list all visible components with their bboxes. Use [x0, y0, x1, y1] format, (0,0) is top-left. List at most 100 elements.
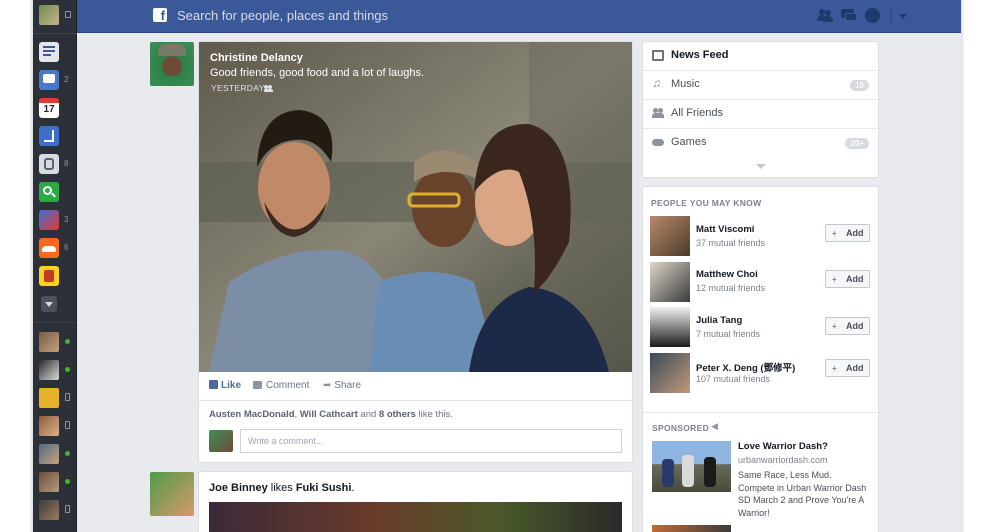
chat-friend-avatar[interactable] [39, 416, 59, 436]
nav-label: All Friends [671, 107, 723, 119]
add-label: Add [846, 321, 864, 331]
lock-icon[interactable] [65, 11, 71, 18]
post-timestamp[interactable]: YESTERDAY [211, 83, 265, 93]
groups-app-icon[interactable] [39, 154, 59, 174]
messages-icon[interactable] [841, 8, 857, 22]
friends-audience-icon[interactable] [264, 85, 273, 92]
share-arrow-icon: ➦ [323, 380, 332, 391]
notifications-globe-icon[interactable] [865, 8, 880, 23]
likes-others-link[interactable]: 8 others [379, 409, 416, 420]
search-app-icon[interactable] [39, 182, 59, 202]
person-photo[interactable] [650, 353, 690, 393]
friend-requests-icon[interactable] [817, 8, 833, 22]
music-note-icon: ♫ [652, 76, 661, 90]
person-photo[interactable] [650, 307, 690, 347]
thumbs-up-icon [209, 380, 218, 389]
friends-icon [652, 108, 664, 119]
post2-verb: likes [267, 482, 296, 494]
nav-item-games[interactable]: Games 20+ [643, 129, 877, 158]
more-apps-chevron-icon[interactable] [41, 296, 57, 312]
settings-arrow-icon[interactable] [899, 14, 907, 19]
person-photo[interactable] [650, 216, 690, 256]
chat-friend-avatar[interactable] [39, 360, 59, 380]
person-name[interactable]: Peter X. Deng (鄧修平) [696, 360, 795, 374]
music-count-badge: 10 [850, 80, 869, 91]
add-friend-button[interactable]: + Add [825, 359, 870, 377]
ad2-image[interactable] [652, 525, 731, 532]
mutual-friends[interactable]: 107 mutual friends [696, 374, 770, 384]
post-caption: Good friends, good food and a lot of lau… [210, 67, 425, 79]
post2-actor-link[interactable]: Joe Binney [209, 482, 268, 494]
games-count-badge: 20+ [845, 138, 869, 149]
nav-label: Games [671, 136, 707, 148]
likes-suffix: like this. [415, 409, 453, 420]
add-friend-icon: + [832, 229, 837, 238]
person-photo[interactable] [650, 262, 690, 302]
mutual-friends[interactable]: 37 mutual friends [696, 238, 765, 248]
online-dot [65, 339, 70, 344]
nav-expand-chevron-icon[interactable] [756, 164, 766, 169]
online-dot [65, 451, 70, 456]
chat-friend-avatar[interactable] [39, 388, 59, 408]
add-friend-icon: + [832, 322, 837, 331]
megaphone-icon: ◀ [711, 421, 718, 431]
like-label: Like [221, 380, 242, 391]
ad-title[interactable]: Love Warrior Dash? [738, 441, 828, 452]
ad-body: Same Race, Less Mud. Compete in Urban Wa… [738, 470, 867, 518]
ad-url[interactable]: urbanwarriordash.com [738, 455, 828, 465]
mutual-friends[interactable]: 12 mutual friends [696, 283, 765, 293]
news-feed-icon [652, 50, 664, 61]
mobile-icon [65, 421, 70, 429]
nav-label: Music [671, 78, 700, 90]
search-input[interactable]: Search for people, places and things [177, 8, 388, 23]
pages-app-icon[interactable] [39, 126, 59, 146]
sponsored-heading[interactable]: SPONSORED [652, 423, 709, 433]
app-count-3: 3 [64, 215, 69, 224]
add-friend-button[interactable]: + Add [825, 224, 870, 242]
chat-friend-avatar[interactable] [39, 472, 59, 492]
nav-item-music[interactable]: ♫ Music 10 [643, 71, 877, 100]
words-game-icon[interactable] [39, 266, 59, 286]
share-label: Share [334, 380, 362, 391]
post2-punct: . [351, 482, 355, 494]
add-friend-button[interactable]: + Add [825, 317, 870, 335]
rail-divider [33, 33, 77, 34]
like-button[interactable]: Like [209, 380, 241, 391]
add-friend-button[interactable]: + Add [825, 270, 870, 288]
comment-input[interactable]: Write a comment... [240, 429, 622, 453]
comment-placeholder: Write a comment... [248, 436, 324, 446]
post2-page-link[interactable]: Fuki Sushi [296, 482, 352, 494]
post2-author-avatar[interactable] [150, 472, 194, 516]
soundcloud-icon[interactable] [39, 238, 59, 258]
chat-friend-avatar[interactable] [39, 444, 59, 464]
comment-bubble-icon [253, 381, 262, 389]
person-name[interactable]: Julia Tang [696, 315, 742, 326]
comment-button[interactable]: Comment [253, 380, 309, 391]
news-feed-icon[interactable] [39, 42, 59, 62]
person-name[interactable]: Matt Viscomi [696, 224, 754, 235]
nav-item-news-feed[interactable]: News Feed [643, 42, 877, 71]
messages-app-icon[interactable] [39, 70, 59, 90]
chat-friend-avatar[interactable] [39, 332, 59, 352]
app-count-8: 8 [64, 159, 69, 168]
pymk-heading[interactable]: PEOPLE YOU MAY KNOW [651, 198, 761, 208]
person-name[interactable]: Matthew Choi [696, 269, 758, 280]
liker-name-link[interactable]: Will Cathcart [300, 409, 358, 420]
post-author-name[interactable]: Christine Delancy [210, 52, 303, 64]
likes-and-text: and [357, 409, 379, 420]
author-avatar[interactable] [150, 42, 194, 86]
profile-avatar[interactable] [39, 5, 59, 25]
facebook-logo-icon[interactable]: f [153, 8, 167, 23]
ad-image[interactable] [652, 441, 731, 492]
chat-friend-avatar[interactable] [39, 500, 59, 520]
nav-item-all-friends[interactable]: All Friends [643, 100, 877, 129]
post2-photo[interactable] [209, 502, 622, 532]
events-calendar-icon[interactable]: 17 [39, 98, 59, 118]
add-friend-icon: + [832, 364, 837, 373]
topbar-divider [891, 8, 892, 24]
liker-name-link[interactable]: Austen MacDonald [209, 409, 295, 420]
game-app-icon[interactable] [39, 210, 59, 230]
top-navigation-bar: f Search for people, places and things [77, 0, 961, 33]
mutual-friends[interactable]: 7 mutual friends [696, 329, 760, 339]
share-button[interactable]: ➦ Share [323, 380, 361, 391]
